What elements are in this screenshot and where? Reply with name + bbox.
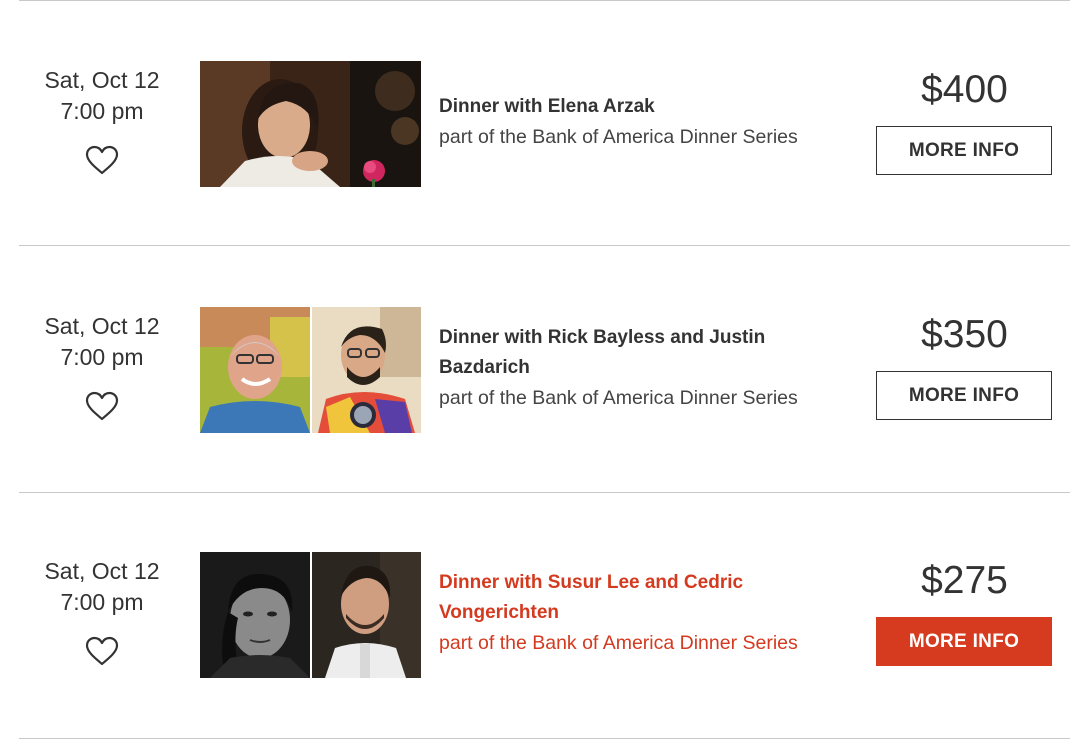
- event-title-link[interactable]: Dinner with Elena Arzak: [439, 92, 839, 122]
- event-date: Sat, Oct 12 7:00 pm: [20, 311, 184, 421]
- event-series: part of the Bank of America Dinner Serie…: [439, 632, 798, 654]
- event-photo[interactable]: [200, 61, 421, 187]
- event-price: $275: [921, 559, 1008, 602]
- heart-icon[interactable]: [85, 391, 119, 421]
- heart-icon[interactable]: [85, 636, 119, 666]
- event-title-link[interactable]: Dinner with Susur Lee and Cedric Vongeri…: [439, 568, 839, 628]
- more-info-button[interactable]: MORE INFO: [876, 371, 1052, 420]
- event-title-line: Bazdarich: [439, 357, 530, 378]
- event-series: part of the Bank of America Dinner Serie…: [439, 126, 798, 148]
- event-date-day: Sat, Oct 12: [44, 558, 160, 584]
- event-time: 7:00 pm: [60, 98, 144, 124]
- event-info: Dinner with Elena Arzak part of the Bank…: [439, 92, 839, 152]
- event-price: $350: [921, 313, 1008, 356]
- event-date: Sat, Oct 12 7:00 pm: [20, 65, 184, 175]
- event-title-line: Dinner with Elena Arzak: [439, 96, 655, 117]
- more-info-button[interactable]: MORE INFO: [876, 126, 1052, 175]
- event-info: Dinner with Rick Bayless and Justin Bazd…: [439, 323, 839, 413]
- event-photo[interactable]: [200, 552, 421, 678]
- event-row: Sat, Oct 12 7:00 pm: [0, 492, 1080, 737]
- event-title-line: Dinner with Susur Lee and Cedric: [439, 572, 744, 593]
- heart-icon[interactable]: [85, 145, 119, 175]
- event-date: Sat, Oct 12 7:00 pm: [20, 556, 184, 666]
- event-row: Sat, Oct 12 7:00 pm: [0, 247, 1080, 492]
- event-photo[interactable]: [200, 307, 421, 433]
- event-info: Dinner with Susur Lee and Cedric Vongeri…: [439, 568, 839, 658]
- divider: [19, 245, 1070, 246]
- event-row: Sat, Oct 12 7:00 pm Dinner with Elena Ar…: [0, 1, 1080, 246]
- event-time: 7:00 pm: [60, 589, 144, 615]
- event-time: 7:00 pm: [60, 344, 144, 370]
- event-title-line: Vongerichten: [439, 602, 559, 623]
- divider: [19, 738, 1070, 739]
- event-title-line: Dinner with Rick Bayless and Justin: [439, 327, 766, 348]
- event-date-day: Sat, Oct 12: [44, 67, 160, 93]
- event-price: $400: [921, 68, 1008, 111]
- more-info-button[interactable]: MORE INFO: [876, 617, 1052, 666]
- event-series: part of the Bank of America Dinner Serie…: [439, 387, 798, 409]
- event-title-link[interactable]: Dinner with Rick Bayless and Justin Bazd…: [439, 323, 839, 383]
- event-date-day: Sat, Oct 12: [44, 313, 160, 339]
